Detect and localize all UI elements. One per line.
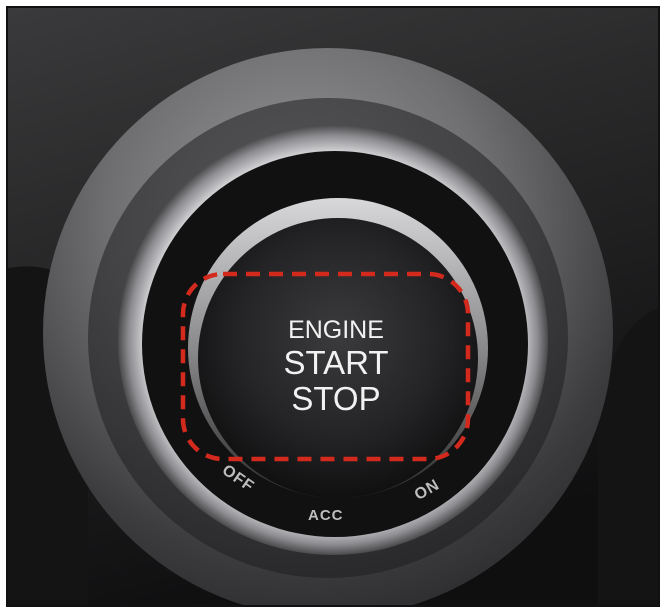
button-label-engine: ENGINE	[288, 316, 384, 344]
button-label-stop: STOP	[291, 380, 380, 417]
photo-frame: ENGINE START STOP OFF ACC ON	[6, 6, 660, 607]
position-label-acc: ACC	[308, 507, 344, 524]
button-label-start: START	[283, 344, 388, 381]
ignition-photo: ENGINE START STOP OFF ACC ON	[8, 8, 658, 605]
